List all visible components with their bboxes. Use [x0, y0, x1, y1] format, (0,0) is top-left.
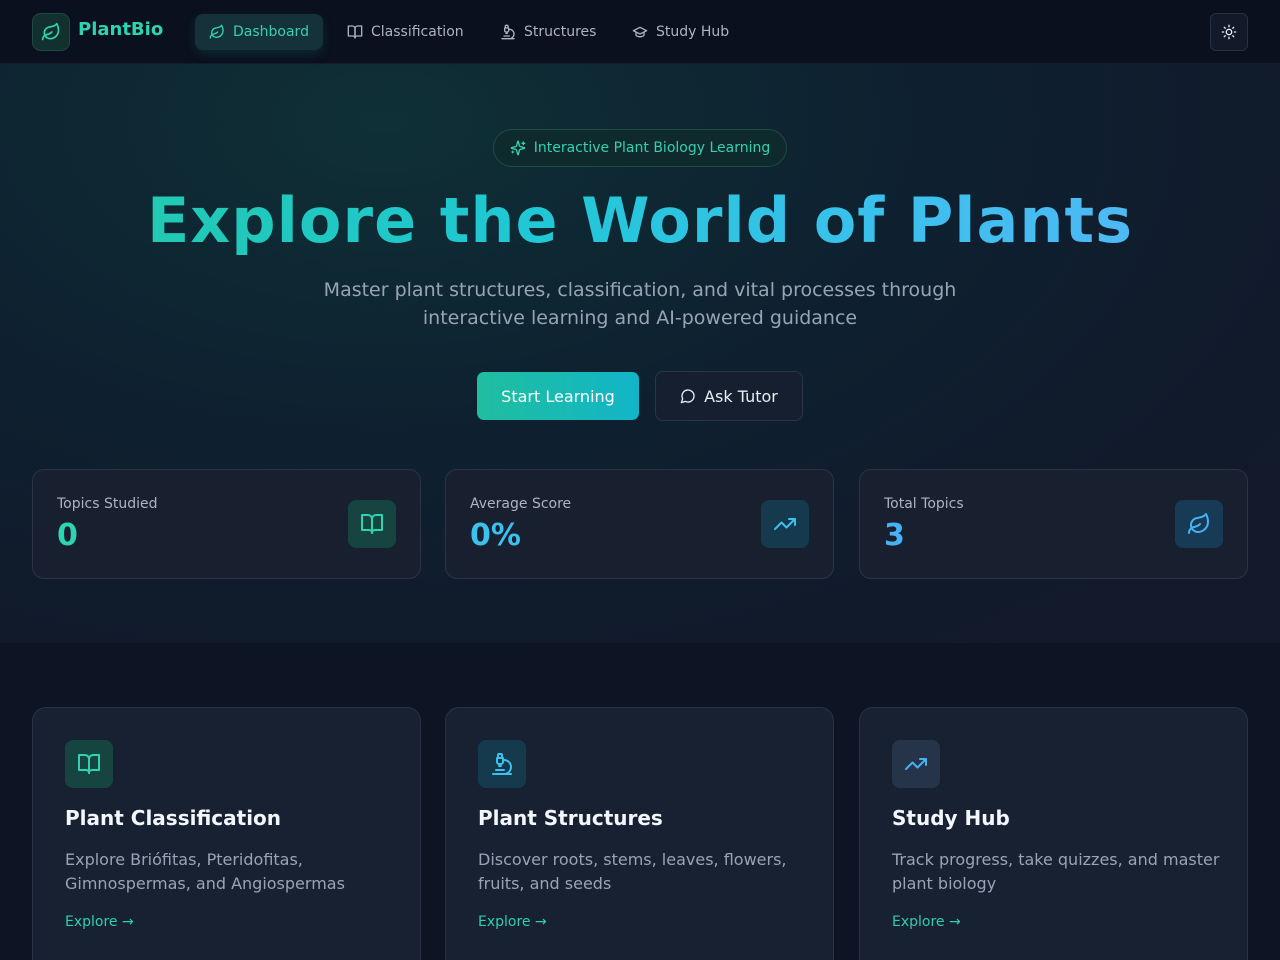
nav-item-classification[interactable]: Classification — [333, 14, 478, 50]
card-description: Track progress, take quizzes, and master… — [892, 850, 1220, 893]
stat-label: Topics Studied — [57, 496, 158, 512]
feature-card-classification[interactable]: Plant Classification Explore Briófitas, … — [32, 707, 421, 960]
leaf-icon — [41, 22, 60, 41]
microscope-icon — [501, 24, 515, 40]
graduation-cap-icon — [632, 26, 648, 38]
ask-tutor-button[interactable]: Ask Tutor — [655, 371, 803, 421]
stat-card-total-topics: Total Topics 3 — [859, 469, 1248, 579]
top-nav: PlantBio Dashboard Classification Struct… — [0, 0, 1280, 64]
card-title: Study Hub — [892, 806, 1010, 830]
nav-item-label: Structures — [524, 24, 597, 40]
hero-badge: Interactive Plant Biology Learning — [493, 129, 787, 167]
logo-badge[interactable] — [32, 13, 70, 51]
stat-icon-box — [348, 500, 396, 548]
hero-title: Explore the World of Plants — [0, 184, 1280, 257]
theme-toggle-button[interactable] — [1210, 13, 1248, 51]
trending-up-icon — [905, 758, 927, 770]
feature-card-study-hub[interactable]: Study Hub Track progress, take quizzes, … — [859, 707, 1248, 960]
nav-item-label: Classification — [371, 24, 464, 40]
hero-subtitle-line: Master plant structures, classification,… — [323, 279, 957, 301]
message-circle-icon — [680, 389, 695, 404]
card-description: Explore Briófitas, Pteridofitas, Gimnosp… — [65, 850, 345, 893]
card-title: Plant Classification — [65, 806, 282, 830]
book-icon — [361, 514, 383, 534]
book-icon — [78, 754, 100, 774]
start-learning-button[interactable]: Start Learning — [477, 372, 639, 420]
stat-icon-box — [761, 500, 809, 548]
card-icon-box — [892, 740, 940, 788]
card-description: Discover roots, stems, leaves, flowers, … — [478, 850, 787, 893]
explore-link[interactable]: Explore → — [478, 914, 547, 930]
stat-card-topics-studied: Topics Studied 0 — [32, 469, 421, 579]
explore-link[interactable]: Explore → — [65, 914, 134, 930]
nav-item-label: Study Hub — [656, 24, 730, 40]
sparkles-icon — [510, 140, 526, 156]
ask-tutor-label: Ask Tutor — [704, 386, 778, 406]
card-icon-box — [478, 740, 526, 788]
sun-icon — [1221, 24, 1237, 40]
card-title: Plant Structures — [478, 806, 663, 830]
hero-badge-label: Interactive Plant Biology Learning — [533, 140, 771, 156]
stat-label: Total Topics — [884, 496, 964, 512]
trending-up-icon — [774, 518, 796, 530]
stat-label: Average Score — [470, 496, 572, 512]
leaf-icon — [209, 24, 224, 39]
book-icon — [347, 25, 363, 39]
stat-value: 0% — [470, 518, 521, 553]
stat-value: 3 — [884, 518, 905, 553]
nav-item-structures[interactable]: Structures — [486, 14, 610, 50]
leaf-icon — [1188, 513, 1209, 534]
feature-card-structures[interactable]: Plant Structures Discover roots, stems, … — [445, 707, 834, 960]
stat-value: 0 — [57, 518, 78, 553]
explore-link[interactable]: Explore → — [892, 914, 961, 930]
card-icon-box — [65, 740, 113, 788]
nav-item-label: Dashboard — [233, 24, 309, 40]
stat-card-average-score: Average Score 0% — [445, 469, 834, 579]
nav-item-study-hub[interactable]: Study Hub — [618, 14, 743, 50]
microscope-icon — [492, 753, 512, 775]
nav-item-dashboard[interactable]: Dashboard — [195, 14, 323, 50]
stat-icon-box — [1175, 500, 1223, 548]
hero-subtitle-line: interactive learning and AI-powered guid… — [422, 307, 858, 329]
brand-name[interactable]: PlantBio — [78, 19, 163, 40]
hero-subtitle: Master plant structures, classification,… — [290, 276, 990, 332]
